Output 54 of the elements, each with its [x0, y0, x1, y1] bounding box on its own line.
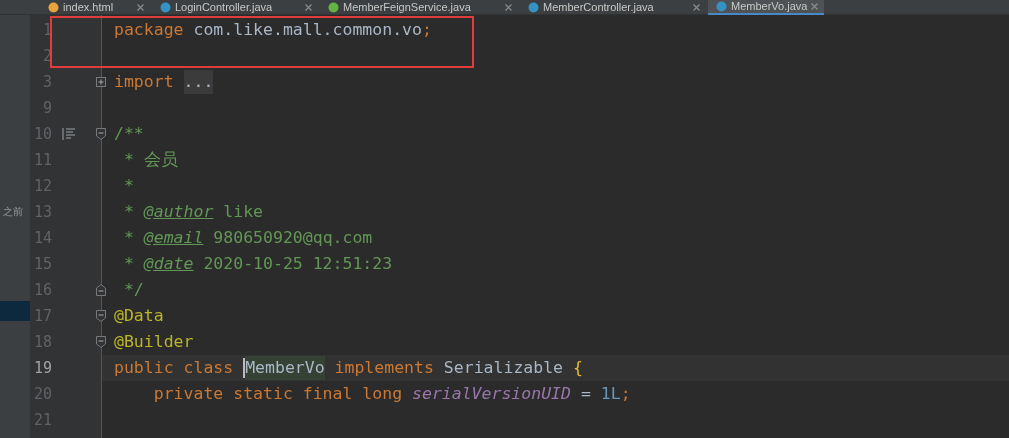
file-type-icon [160, 2, 171, 13]
code-token: @author [143, 200, 214, 223]
code-token: { [573, 356, 583, 379]
close-icon[interactable] [505, 4, 512, 11]
fold-collapse-icon[interactable] [96, 336, 106, 348]
fold-expand-icon[interactable] [96, 76, 106, 88]
code-token: = [579, 382, 592, 405]
close-icon[interactable] [137, 4, 144, 11]
code-token: @email [143, 226, 204, 249]
code-token: */ [122, 278, 144, 301]
fold-collapse-icon[interactable] [96, 310, 106, 322]
file-type-icon [48, 2, 59, 13]
folded-code-placeholder[interactable]: ... [183, 69, 214, 95]
code-token: MemberVo [245, 355, 325, 381]
file-type-icon [716, 1, 727, 12]
line-number: 19 [32, 357, 52, 379]
code-token: @Builder [114, 330, 194, 353]
editor-tab[interactable]: LoginController.java [152, 0, 320, 15]
selection-bar [0, 301, 30, 321]
code-token: ; [620, 382, 631, 405]
code-token: public class [114, 356, 235, 379]
editor-tab[interactable]: MemberFeignService.java [320, 0, 520, 15]
close-icon[interactable] [305, 4, 312, 11]
code-token: 980650920@qq.com [212, 226, 373, 249]
code-token: serialVersionUID [412, 382, 571, 405]
code-token: ; [421, 18, 432, 41]
fold-collapse-icon[interactable] [96, 284, 106, 296]
code-token: private static final long [152, 382, 404, 405]
code-token: package [114, 18, 184, 41]
code-token: * [122, 174, 134, 197]
code-token: import [114, 70, 175, 93]
close-icon[interactable] [693, 4, 700, 11]
code-token: 2020-10-25 12:51:23 [202, 252, 393, 275]
code-token: 1L [600, 382, 621, 405]
file-type-icon [528, 2, 539, 13]
close-icon[interactable] [811, 3, 819, 10]
render-doc-icon[interactable] [62, 128, 76, 140]
editor-tab[interactable]: MemberVo.java [708, 0, 824, 15]
code-token: * [122, 200, 135, 223]
code-token: implements [333, 356, 434, 379]
code-token: Serializable [442, 356, 565, 379]
file-type-icon [328, 2, 339, 13]
code-token: @date [143, 252, 194, 275]
editor-tab[interactable]: index.html [40, 0, 152, 15]
code-token: like [222, 200, 264, 223]
code-token: @Data [114, 304, 164, 327]
editor-tab[interactable]: MemberController.java [520, 0, 708, 15]
code-token: * [122, 226, 135, 249]
code-token: * 会员 [122, 148, 178, 171]
code-token: /** [114, 122, 144, 145]
panel-label: 之前 [2, 205, 24, 219]
code-token: com.like.mall.common.vo [192, 18, 422, 41]
code-token: * [122, 252, 135, 275]
fold-collapse-icon[interactable] [96, 128, 106, 140]
